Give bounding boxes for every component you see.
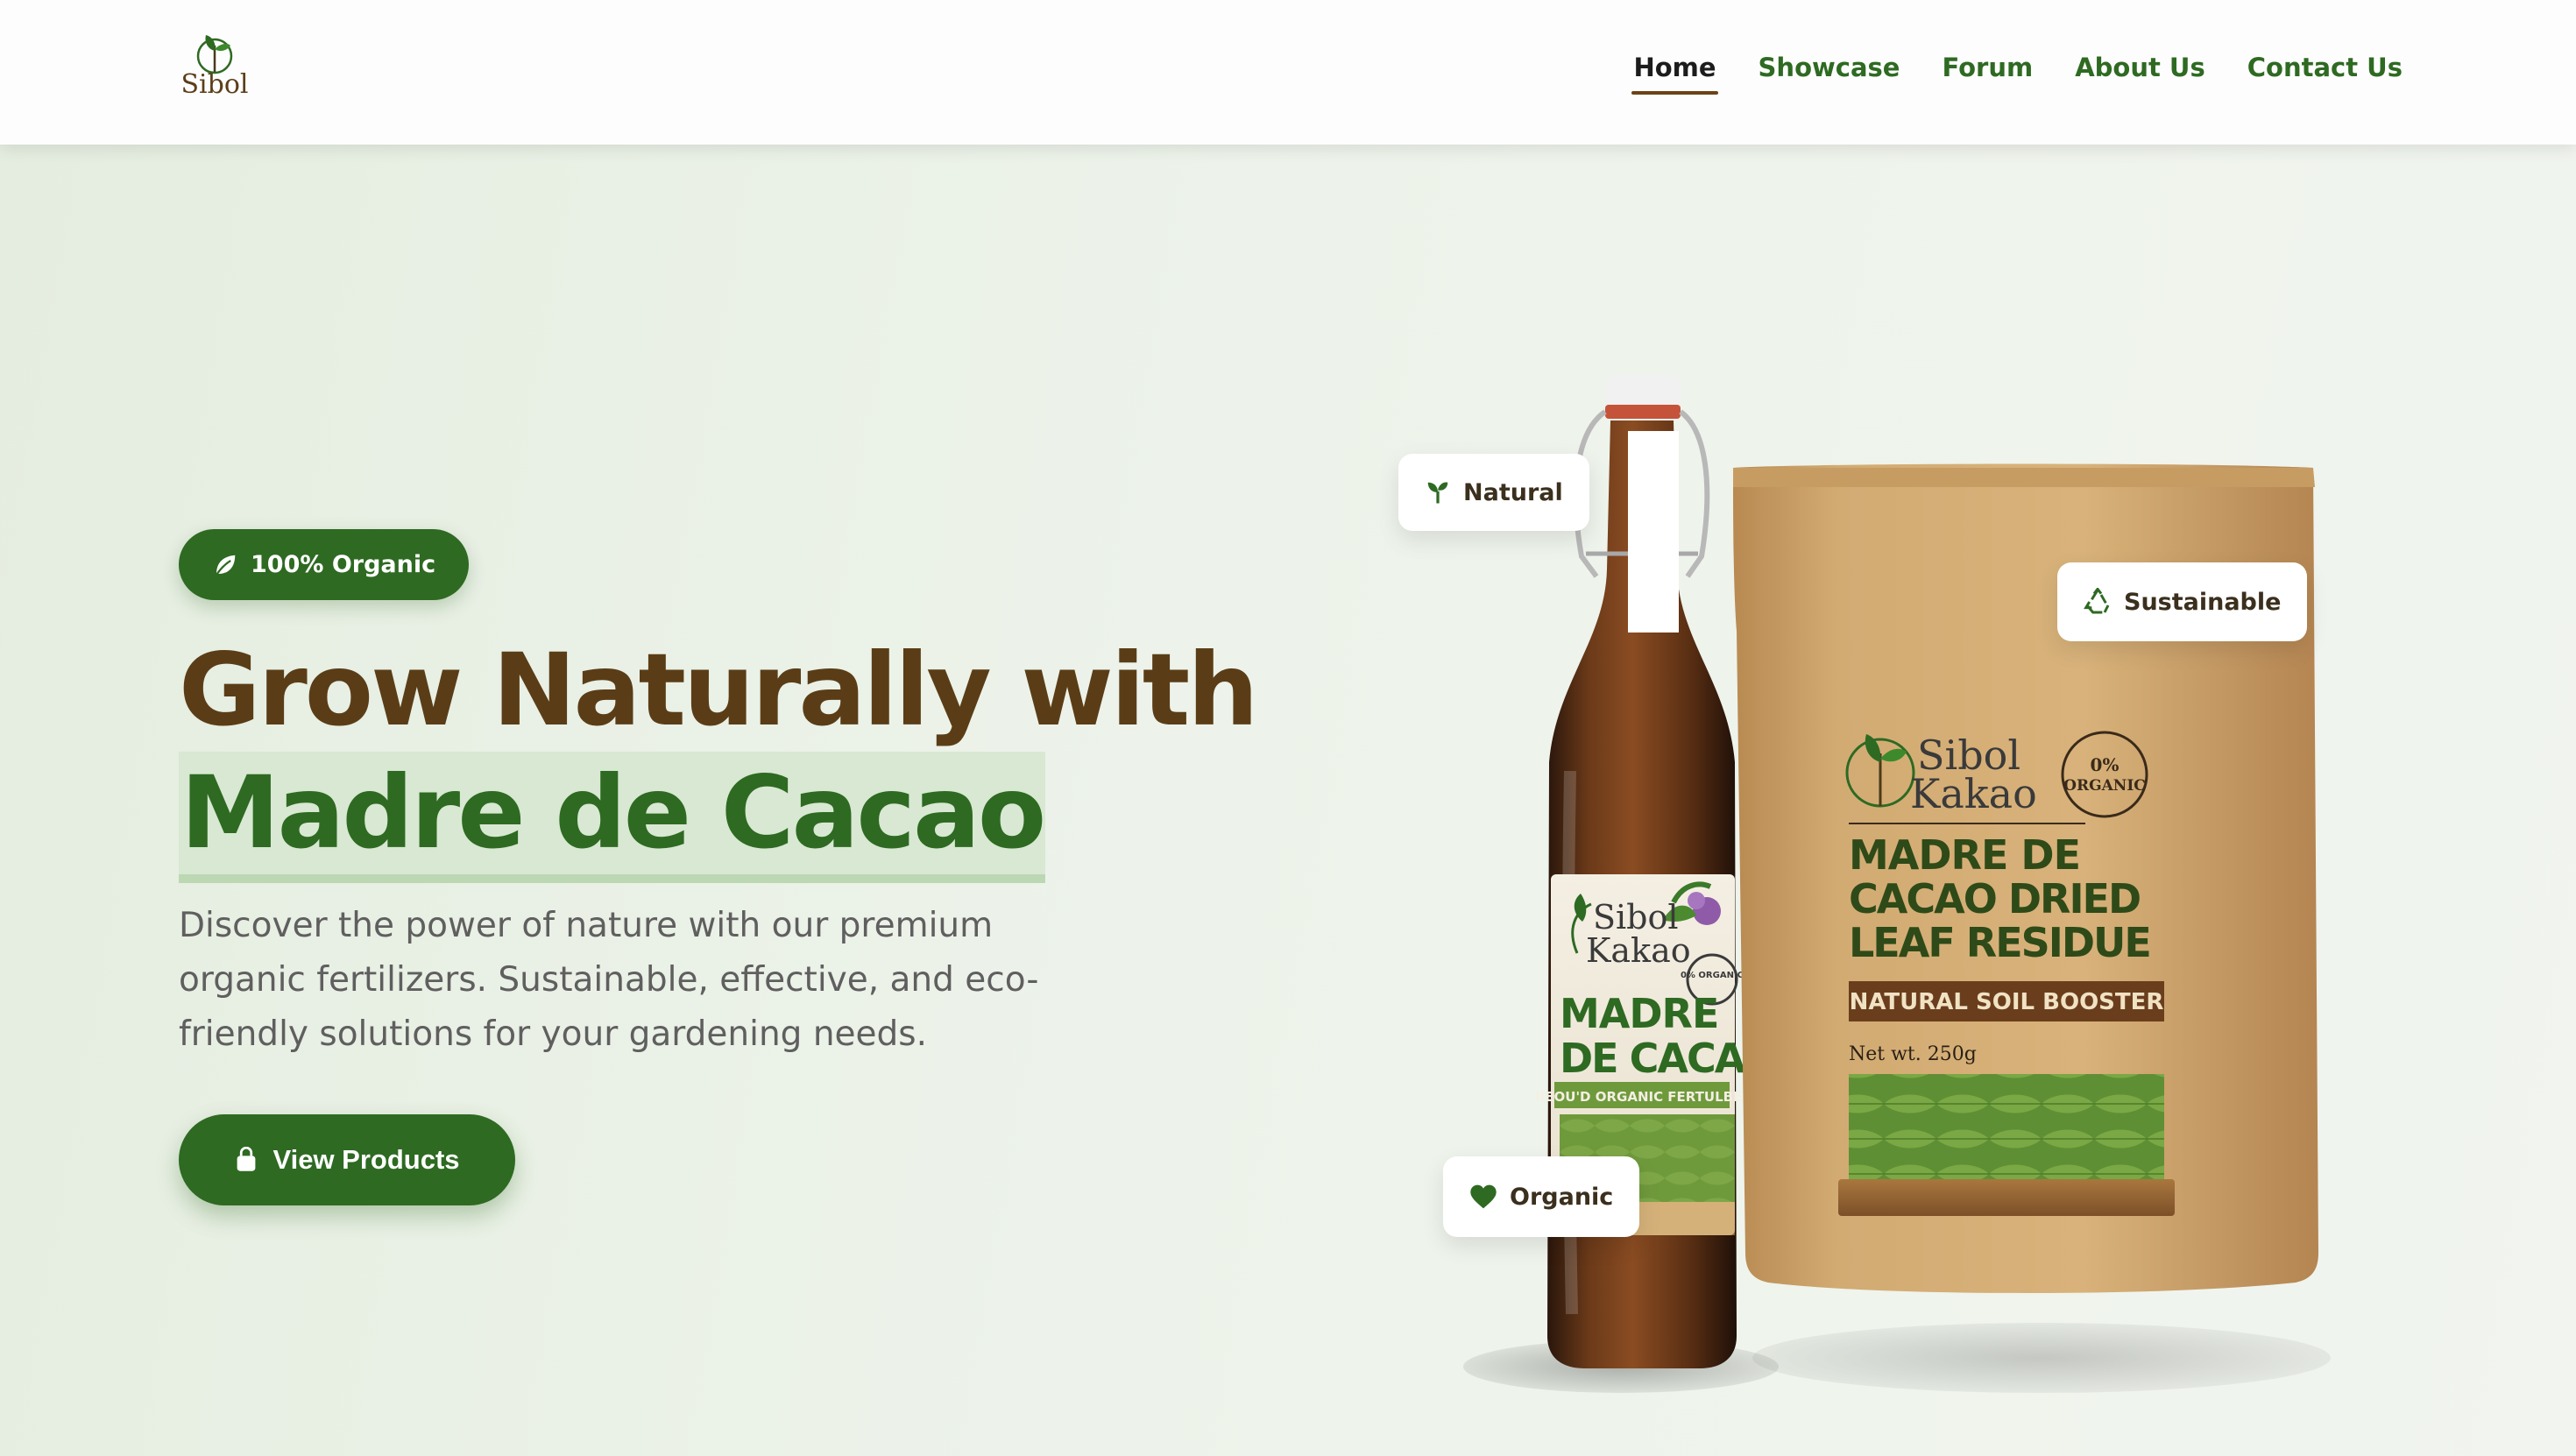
bottle-name-line2: DE CACAO (1560, 1035, 1752, 1082)
nav-link-about-us[interactable]: About Us (2075, 53, 2205, 95)
nav-link-contact-us[interactable]: Contact Us (2247, 53, 2403, 95)
nav-link-home[interactable]: Home (1631, 53, 1718, 95)
organic-badge: 100% Organic (179, 529, 470, 600)
sprout-icon (1427, 482, 1448, 504)
pouch-seal-line1: 0% (2091, 754, 2120, 775)
tag-sustainable: Sustainable (2057, 562, 2308, 641)
view-products-label: View Products (272, 1144, 460, 1175)
nav-links: Home Showcase Forum About Us Contact Us (1631, 53, 2403, 95)
pouch-name-line3: LEAF RESIDUE (1849, 919, 2150, 966)
tag-natural: Natural (1398, 454, 1589, 531)
bottle-name-line1: MADRE (1560, 990, 1718, 1037)
pouch-name-line2: CACAO DRIED (1849, 875, 2140, 922)
hero-title-highlight: Madre de Cacao (179, 752, 1046, 883)
tag-natural-label: Natural (1463, 478, 1563, 506)
view-products-button[interactable]: View Products (179, 1114, 515, 1205)
tag-sustainable-label: Sustainable (2124, 588, 2282, 616)
pouch-name-line1: MADRE DE (1849, 831, 2080, 879)
recycle-icon (2084, 588, 2110, 614)
pouch-seal-line2: ORGANIC (2063, 777, 2146, 795)
logo-text: Sibol (180, 69, 249, 100)
bottle-subtitle: IIEOU'D ORGANIC FERTULBER (1535, 1089, 1752, 1105)
hero-description: Discover the power of nature with our pr… (179, 906, 1039, 1054)
logo[interactable]: Sibol (180, 30, 250, 109)
nav-link-showcase[interactable]: Showcase (1759, 53, 1900, 95)
hero-title-line1: Grow Naturally with (179, 632, 1258, 748)
leaf-icon (216, 555, 236, 576)
tag-organic-label: Organic (1510, 1183, 1614, 1211)
heart-icon (1470, 1184, 1497, 1209)
tag-organic: Organic (1443, 1156, 1640, 1237)
shopping-bag-icon (237, 1147, 256, 1171)
pouch-brand-line2: Kakao (1910, 770, 2037, 817)
nav-link-forum[interactable]: Forum (1942, 53, 2033, 95)
pouch-banner: NATURAL SOIL BOOSTER (1850, 989, 2164, 1015)
pouch-net-weight: Net wt. 250g (1849, 1043, 1977, 1065)
hero-title: Grow Naturally with Madre de Cacao (179, 629, 1258, 883)
badge-label: 100% Organic (251, 551, 436, 578)
bottle-brand-line2: Kakao (1586, 931, 1691, 970)
navbar: Sibol Home Showcase Forum About Us Conta… (0, 0, 2576, 145)
